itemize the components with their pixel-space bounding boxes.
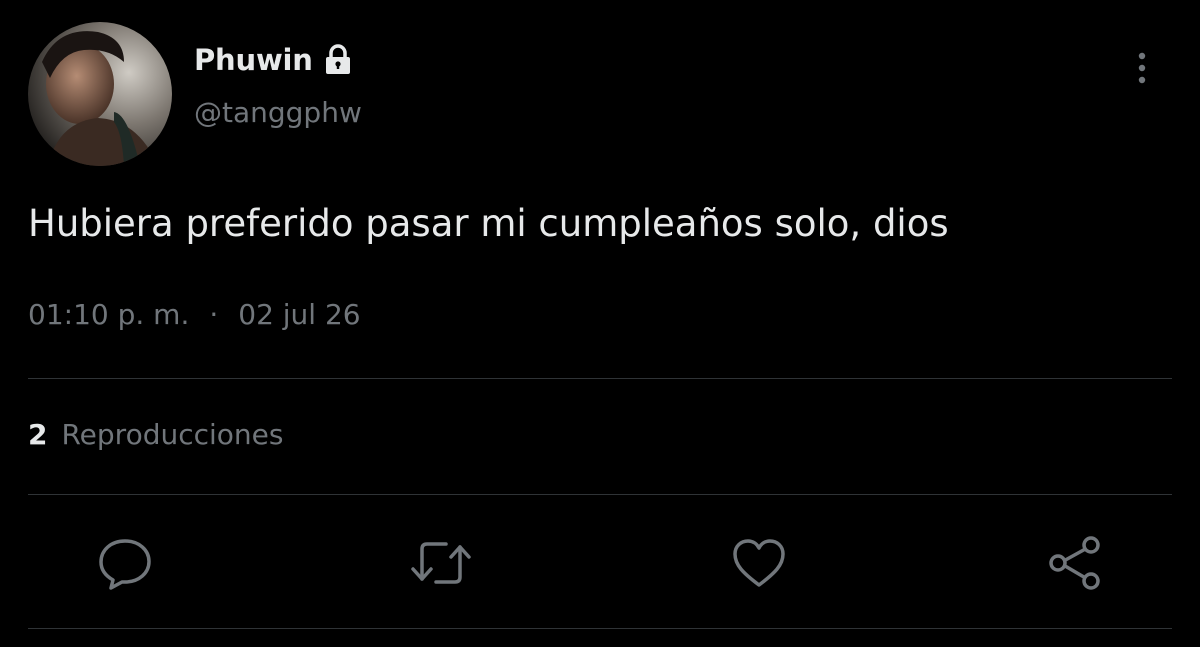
user-handle[interactable]: @tanggphw	[194, 96, 362, 129]
display-name-link[interactable]: Phuwin	[194, 40, 355, 80]
profile-photo	[28, 22, 172, 166]
divider	[28, 494, 1172, 495]
views-label: Reproducciones	[61, 418, 284, 451]
views-stat[interactable]: 2 Reproducciones	[28, 418, 284, 451]
heart-icon	[733, 539, 785, 587]
reply-button[interactable]	[92, 530, 158, 596]
divider	[28, 628, 1172, 629]
divider	[28, 378, 1172, 379]
more-options-button[interactable]	[1120, 46, 1164, 90]
tweet-timestamp: 01:10 p. m. · 02 jul 26	[28, 298, 361, 331]
share-nodes-icon	[1049, 536, 1100, 590]
more-vertical-icon	[1138, 52, 1146, 84]
tweet-text: Hubiera preferido pasar mi cumpleaños so…	[28, 202, 949, 245]
display-name: Phuwin	[194, 43, 313, 77]
tweet-date[interactable]: 02 jul 26	[238, 298, 360, 331]
like-button[interactable]	[726, 530, 792, 596]
share-button[interactable]	[1042, 530, 1108, 596]
retweet-arrows-icon	[411, 542, 471, 584]
views-count: 2	[28, 418, 48, 451]
retweet-button[interactable]	[408, 530, 474, 596]
speech-bubble-icon	[99, 539, 151, 590]
lock-icon	[321, 43, 355, 77]
avatar[interactable]	[28, 22, 172, 166]
meta-separator: ·	[209, 298, 219, 331]
tweet-time[interactable]: 01:10 p. m.	[28, 298, 189, 331]
